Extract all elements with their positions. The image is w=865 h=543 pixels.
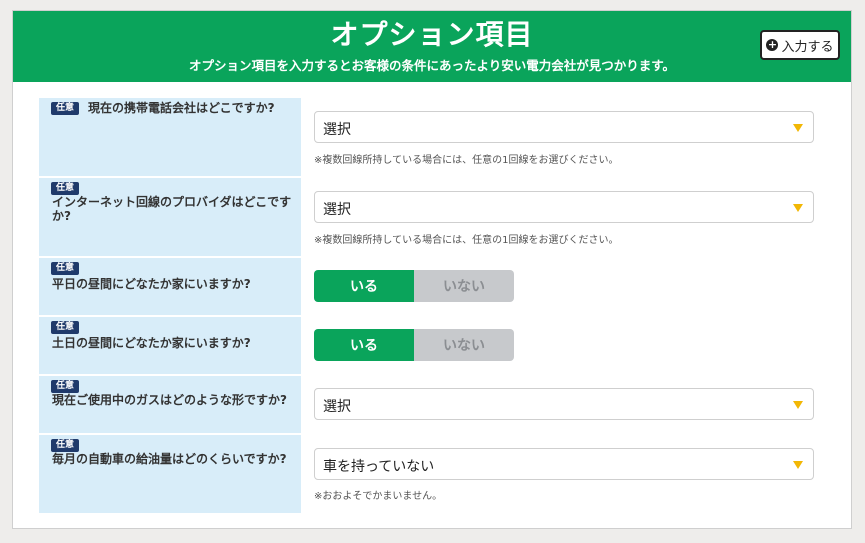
question-label: 毎月の自動車の給油量はどのくらいですか? [52, 452, 287, 466]
optional-badge: 任意 [51, 321, 80, 334]
chevron-down-icon [793, 124, 803, 132]
label-cell: 任意 平日の昼間にどなたか家にいますか? [39, 258, 301, 315]
label-cell: 任意 現在の携帯電話会社はどこですか? [39, 98, 301, 176]
option-row-mobile-carrier: 任意 現在の携帯電話会社はどこですか? 選択 ※複数回線所持している場合には、任… [39, 98, 839, 176]
fuel-amount-select[interactable]: 車を持っていない [314, 448, 814, 480]
chevron-down-icon [793, 401, 803, 409]
option-row-weekday-home: 任意 平日の昼間にどなたか家にいますか? いる いない [39, 258, 839, 315]
gas-type-select[interactable]: 選択 [314, 388, 814, 420]
chevron-down-icon [793, 204, 803, 212]
toggle-no-button[interactable]: いない [414, 270, 514, 302]
plus-circle-icon: + [766, 38, 779, 51]
label-cell: 任意 土日の昼間にどなたか家にいますか? [39, 317, 301, 374]
optional-badge: 任意 [51, 102, 80, 115]
internet-provider-select[interactable]: 選択 [314, 191, 814, 223]
mobile-carrier-select[interactable]: 選択 [314, 111, 814, 143]
select-note: ※複数回線所持している場合には、任意の1回線をお選びください。 [314, 155, 619, 166]
option-row-gas-type: 任意 現在ご使用中のガスはどのような形ですか? 選択 [39, 376, 839, 433]
toggle-yes-button[interactable]: いる [314, 329, 414, 361]
label-cell: 任意 現在ご使用中のガスはどのような形ですか? [39, 376, 301, 433]
optional-badge: 任意 [51, 439, 80, 452]
option-row-internet-provider: 任意 インターネット回線のプロバイダはどこですか? 選択 ※複数回線所持している… [39, 178, 839, 256]
toggle-yes-button[interactable]: いる [314, 270, 414, 302]
label-cell: 任意 インターネット回線のプロバイダはどこですか? [39, 178, 301, 256]
select-value: 選択 [323, 399, 351, 415]
options-header: オプション項目 オプション項目を入力するとお客様の条件にあったより安い電力会社が… [13, 11, 851, 82]
weekend-home-toggle: いる いない [314, 329, 514, 361]
input-button[interactable]: + 入力する [760, 30, 840, 60]
page-title: オプション項目 [330, 18, 534, 51]
question-label: 平日の昼間にどなたか家にいますか? [52, 277, 251, 291]
select-note: ※おおよそでかまいません。 [314, 491, 443, 502]
question-label: 現在の携帯電話会社はどこですか? [88, 101, 275, 115]
option-row-weekend-home: 任意 土日の昼間にどなたか家にいますか? いる いない [39, 317, 839, 374]
question-label: 土日の昼間にどなたか家にいますか? [52, 336, 251, 350]
toggle-no-button[interactable]: いない [414, 329, 514, 361]
weekday-home-toggle: いる いない [314, 270, 514, 302]
input-button-label: 入力する [781, 39, 834, 55]
optional-badge: 任意 [51, 380, 80, 393]
label-cell: 任意 毎月の自動車の給油量はどのくらいですか? [39, 435, 301, 513]
select-note: ※複数回線所持している場合には、任意の1回線をお選びください。 [314, 235, 619, 246]
select-value: 車を持っていない [323, 459, 435, 475]
option-row-fuel-amount: 任意 毎月の自動車の給油量はどのくらいですか? 車を持っていない ※おおよそでか… [39, 435, 839, 513]
question-label: インターネット回線のプロバイダはどこですか? [52, 195, 292, 223]
select-value: 選択 [323, 122, 351, 138]
optional-badge: 任意 [51, 262, 80, 275]
select-value: 選択 [323, 202, 351, 218]
chevron-down-icon [793, 461, 803, 469]
options-panel: オプション項目 オプション項目を入力するとお客様の条件にあったより安い電力会社が… [12, 10, 852, 529]
question-label: 現在ご使用中のガスはどのような形ですか? [52, 393, 287, 407]
page-subtitle: オプション項目を入力するとお客様の条件にあったより安い電力会社が見つかります。 [188, 58, 675, 73]
optional-badge: 任意 [51, 182, 80, 195]
